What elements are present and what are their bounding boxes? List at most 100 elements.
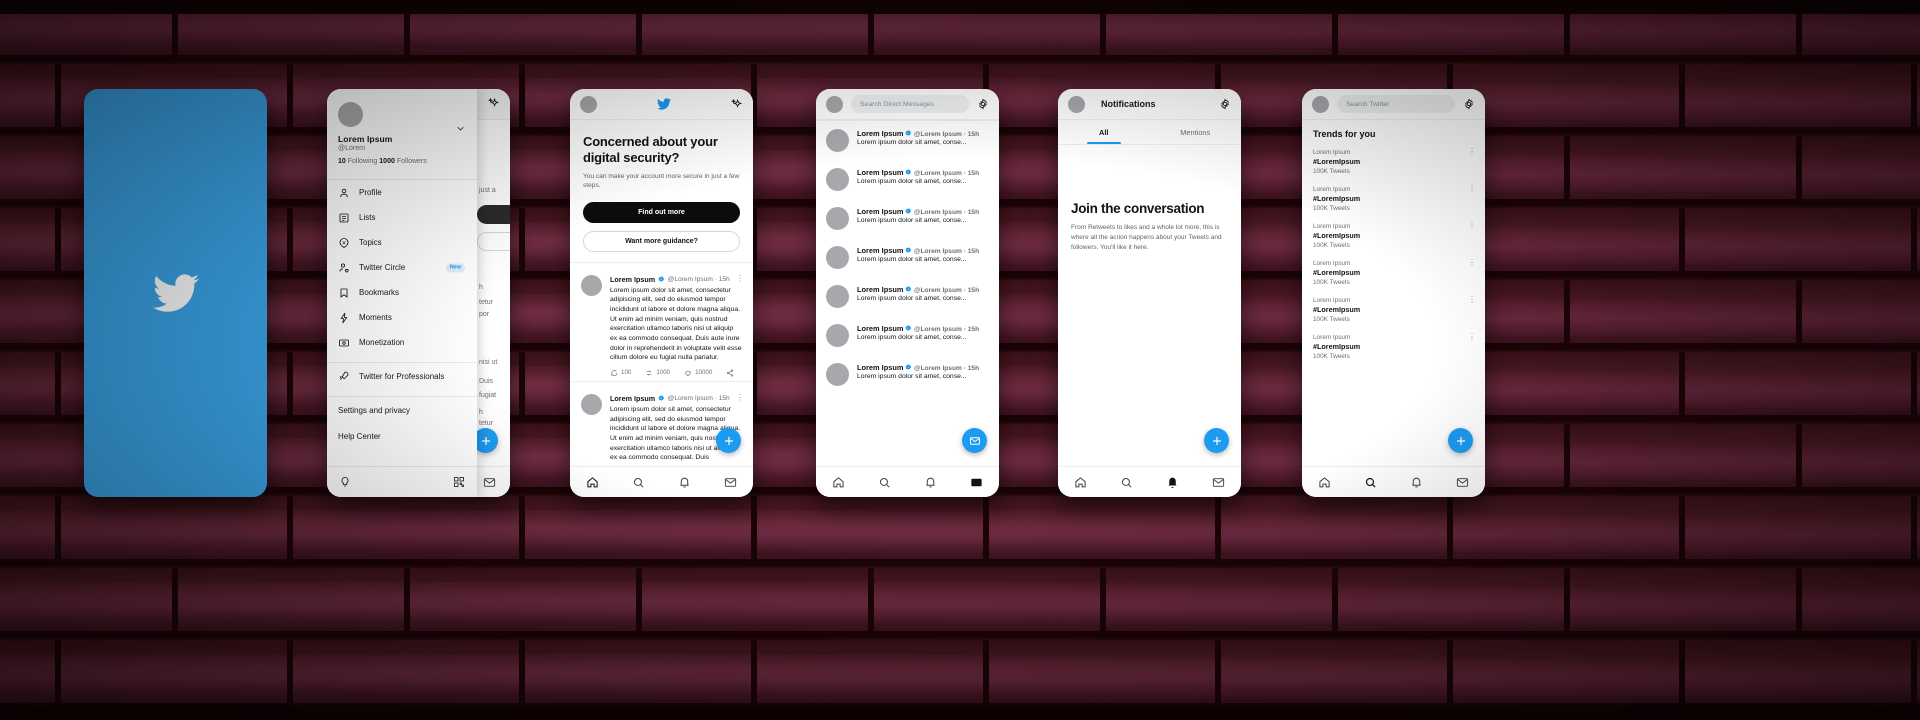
drawer-item-help-center[interactable]: Help Center xyxy=(327,423,477,449)
home-icon[interactable] xyxy=(586,476,599,489)
search-icon[interactable] xyxy=(1120,476,1133,489)
trend-item[interactable]: Lorem Ipsum #LoremIpsum 100K Tweets ⋮ xyxy=(1302,217,1485,254)
search-icon[interactable] xyxy=(632,476,645,489)
notifications-empty-state: Join the conversation From Retweets to l… xyxy=(1058,145,1241,252)
avatar[interactable] xyxy=(581,393,602,415)
tab-mentions[interactable]: Mentions xyxy=(1150,120,1242,144)
envelope-icon[interactable] xyxy=(1456,476,1469,489)
conversation-row[interactable]: Lorem Ipsum @Lorem Ipsum · 15h Lorem ips… xyxy=(816,160,999,199)
followers-label[interactable]: Followers xyxy=(397,158,427,165)
trend-more-options[interactable]: ⋮ xyxy=(1468,259,1476,267)
trend-item[interactable]: Lorem Ipsum #LoremIpsum 100K Tweets ⋮ xyxy=(1302,143,1485,180)
chevron-down-icon[interactable] xyxy=(456,124,465,133)
conversation-row[interactable]: Lorem Ipsum @Lorem Ipsum · 15h Lorem ips… xyxy=(816,355,999,394)
avatar[interactable] xyxy=(580,95,597,113)
want-more-guidance-button[interactable]: Want more guidance? xyxy=(583,230,740,252)
gear-icon[interactable] xyxy=(977,98,989,110)
conversation-handle: @Lorem Ipsum xyxy=(914,131,962,138)
compose-tweet-fab[interactable] xyxy=(716,428,741,453)
drawer-item-profile[interactable]: Profile xyxy=(327,180,477,205)
drawer-item-settings-and-privacy[interactable]: Settings and privacy xyxy=(327,397,477,423)
drawer-item-topics[interactable]: Topics xyxy=(327,230,477,255)
home-icon[interactable] xyxy=(1074,476,1087,489)
trend-more-options[interactable]: ⋮ xyxy=(1468,148,1476,156)
retweet-count: 1000 xyxy=(656,369,671,377)
find-out-more-button[interactable]: Find out more xyxy=(583,201,740,223)
trend-more-options[interactable]: ⋮ xyxy=(1468,296,1476,304)
avatar[interactable] xyxy=(1312,95,1329,113)
conversation-name: Lorem Ipsum xyxy=(857,246,904,255)
avatar[interactable] xyxy=(1068,95,1085,113)
brick-seam xyxy=(636,568,642,631)
conversation-row[interactable]: Lorem Ipsum @Lorem Ipsum · 15h Lorem ips… xyxy=(816,316,999,355)
conversation-row[interactable]: Lorem Ipsum @Lorem Ipsum · 15h Lorem ips… xyxy=(816,199,999,238)
brick-seam xyxy=(287,64,293,127)
avatar[interactable] xyxy=(826,129,849,152)
avatar[interactable] xyxy=(826,324,849,347)
search-icon[interactable] xyxy=(1364,476,1377,489)
home-icon[interactable] xyxy=(1318,476,1331,489)
trend-tag: #LoremIpsum xyxy=(1313,231,1361,240)
envelope-icon[interactable] xyxy=(724,476,737,489)
search-icon[interactable] xyxy=(878,476,891,489)
like-action[interactable]: 10000 xyxy=(684,369,712,377)
bell-icon[interactable] xyxy=(924,476,937,489)
conversation-row[interactable]: Lorem Ipsum @Lorem Ipsum · 15h Lorem ips… xyxy=(816,277,999,316)
avatar[interactable] xyxy=(826,168,849,191)
bell-icon[interactable] xyxy=(1410,476,1423,489)
trend-more-options[interactable]: ⋮ xyxy=(1468,185,1476,193)
trend-item[interactable]: Lorem Ipsum #LoremIpsum 100K Tweets ⋮ xyxy=(1302,291,1485,328)
compose-tweet-fab[interactable] xyxy=(1204,428,1229,453)
avatar[interactable] xyxy=(581,274,602,296)
avatar[interactable] xyxy=(826,246,849,269)
bell-icon[interactable] xyxy=(1166,476,1179,489)
search-twitter-input[interactable]: Search Twitter xyxy=(1337,95,1455,113)
qr-code-icon[interactable] xyxy=(453,476,465,488)
drawer-item-twitter-for-professionals[interactable]: Twitter for Professionals xyxy=(327,363,477,389)
trend-item[interactable]: Lorem Ipsum #LoremIpsum 100K Tweets ⋮ xyxy=(1302,328,1485,365)
avatar[interactable] xyxy=(338,102,363,127)
following-label[interactable]: Following xyxy=(348,158,378,165)
conversation-row[interactable]: Lorem Ipsum @Lorem Ipsum · 15h Lorem ips… xyxy=(816,238,999,277)
avatar[interactable] xyxy=(826,285,849,308)
gear-icon[interactable] xyxy=(1463,98,1475,110)
envelope-icon[interactable] xyxy=(1212,476,1225,489)
bottom-nav xyxy=(1058,466,1241,497)
gear-icon[interactable] xyxy=(1219,98,1231,110)
home-icon[interactable] xyxy=(832,476,845,489)
drawer-item-monetization[interactable]: Monetization xyxy=(327,330,477,355)
bell-icon[interactable] xyxy=(678,476,691,489)
security-promo-card: Concerned about your digital security? Y… xyxy=(570,120,753,252)
drawer-item-bookmarks[interactable]: Bookmarks xyxy=(327,280,477,305)
security-card-title: Concerned about your digital security? xyxy=(583,134,718,165)
tweet-more-options[interactable]: ⋮ xyxy=(736,274,744,282)
trend-item[interactable]: Lorem Ipsum #LoremIpsum 100K Tweets ⋮ xyxy=(1302,180,1485,217)
compose-tweet-fab[interactable] xyxy=(1448,428,1473,453)
drawer-item-moments[interactable]: Moments xyxy=(327,305,477,330)
conversation-row[interactable]: Lorem Ipsum @Lorem Ipsum · 15h Lorem ips… xyxy=(816,120,999,160)
reply-action[interactable]: 100 xyxy=(610,369,631,377)
share-action[interactable] xyxy=(726,369,734,377)
search-direct-messages-input[interactable]: Search Direct Messages xyxy=(851,95,969,113)
drawer-item-lists[interactable]: Lists xyxy=(327,205,477,230)
trend-more-options[interactable]: ⋮ xyxy=(1468,333,1476,341)
retweet-action[interactable]: 1000 xyxy=(645,369,670,377)
sparkle-icon[interactable] xyxy=(487,97,500,110)
drawer-item-twitter-circle[interactable]: Twitter Circle New xyxy=(327,255,477,280)
avatar[interactable] xyxy=(826,363,849,386)
avatar[interactable] xyxy=(826,207,849,230)
trend-more-options[interactable]: ⋮ xyxy=(1468,222,1476,230)
lightbulb-icon[interactable] xyxy=(339,476,351,488)
envelope-icon[interactable] xyxy=(483,476,496,489)
envelope-icon[interactable] xyxy=(970,476,983,489)
tweet-item[interactable]: Lorem Ipsum @Lorem Ipsum · 15h Lorem ips… xyxy=(570,261,753,381)
tweet-item[interactable]: Lorem Ipsum @Lorem Ipsum · 15h Lorem ips… xyxy=(570,380,753,467)
trend-category: Lorem Ipsum xyxy=(1313,333,1351,341)
sparkle-icon[interactable] xyxy=(730,98,743,111)
new-message-fab[interactable] xyxy=(962,428,987,453)
phone-direct-messages: Search Direct Messages Lorem Ipsum @Lore… xyxy=(816,89,999,497)
trend-item[interactable]: Lorem Ipsum #LoremIpsum 100K Tweets ⋮ xyxy=(1302,254,1485,291)
tweet-more-options[interactable]: ⋮ xyxy=(736,393,744,401)
tab-all[interactable]: All xyxy=(1058,120,1150,144)
avatar[interactable] xyxy=(826,95,843,113)
